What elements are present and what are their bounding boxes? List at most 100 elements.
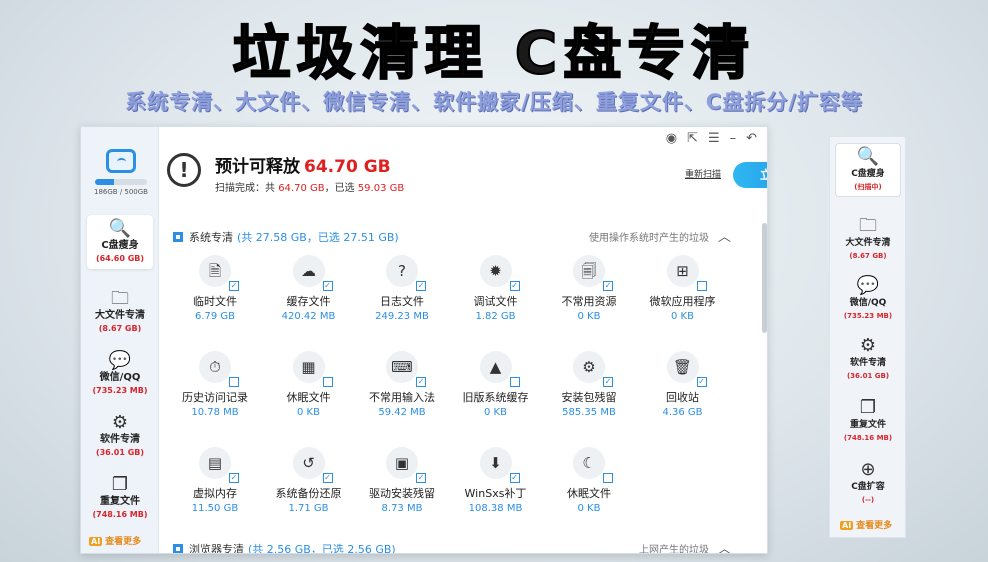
tile-checkbox[interactable] <box>509 377 520 387</box>
chevron-up-icon[interactable]: ︿ <box>718 226 731 245</box>
tile-label: 不常用输入法 <box>369 391 435 404</box>
panel-item[interactable]: ⚙ 软件专清 (36.01 GB) <box>835 333 901 385</box>
tile-glyph: ▤ <box>207 454 223 472</box>
driver-icon: ▣ ✓ <box>386 447 426 483</box>
tile-checkbox[interactable]: ✓ <box>416 281 426 291</box>
tile-checkbox[interactable] <box>229 377 239 387</box>
tile-checkbox[interactable]: ✓ <box>229 473 239 483</box>
tile-size: 0 KB <box>577 311 601 322</box>
cleanup-tile[interactable]: ☾ 休眠文件 0 KB <box>543 447 635 514</box>
cleanup-tile[interactable]: ? ✓ 日志文件 249.23 MB <box>356 255 448 322</box>
tile-checkbox[interactable]: ✓ <box>416 377 426 387</box>
tile-glyph: ⬇ <box>489 454 502 472</box>
cleanup-tile[interactable]: ☁ ✓ 缓存文件 420.42 MB <box>263 255 355 322</box>
cleanup-tile[interactable]: 🗑 ✓ 回收站 4.36 GB <box>637 351 729 418</box>
tile-checkbox[interactable]: ✓ <box>509 473 520 483</box>
sidebar-item-size: (735.23 MB) <box>92 386 148 395</box>
sidebar-item[interactable]: 💬 微信/QQ (735.23 MB) <box>87 347 153 401</box>
panel-item[interactable]: ❐ 重复文件 (748.16 MB) <box>835 395 901 447</box>
tile-size: 420.42 MB <box>281 311 336 322</box>
cleanup-tile[interactable]: ▲ 旧版系统缓存 0 KB <box>450 351 542 418</box>
sidebar-item-label: 大文件专清 <box>95 310 145 321</box>
tile-size: 11.50 GB <box>191 503 239 514</box>
tile-size: 10.78 MB <box>191 407 239 418</box>
panel-item[interactable]: 🔍 C盘瘦身 (扫描中) <box>835 143 901 197</box>
tile-checkbox[interactable]: ✓ <box>229 281 239 291</box>
tile-size: 59.42 MB <box>378 407 426 418</box>
panel-item-label: 软件专清 <box>849 358 886 368</box>
disk-usage-bar <box>95 179 147 185</box>
moon-icon: ☾ <box>573 447 613 483</box>
cleanup-tile[interactable]: ▤ ✓ 虚拟内存 11.50 GB <box>169 447 261 514</box>
sidebar-item-size: (748.16 MB) <box>92 510 148 519</box>
avatar-icon[interactable]: ◉ <box>666 131 677 146</box>
sidebar-item[interactable]: 🗀 大文件专清 (8.67 GB) <box>87 285 153 339</box>
sidebar-item[interactable]: ⚙ 软件专清 (36.01 GB) <box>87 409 153 463</box>
section-desc: 上网产生的垃圾 <box>639 545 709 554</box>
share-icon[interactable]: ⇱ <box>687 131 698 146</box>
cleanup-tile[interactable]: ▣ ✓ 驱动安装残留 8.73 MB <box>356 447 448 514</box>
cleanup-tile[interactable]: 🗎 ✓ 临时文件 6.79 GB <box>169 255 261 322</box>
panel-item[interactable]: ⊕ C盘扩容 (--) <box>835 457 901 509</box>
section-browser-header[interactable]: 浏览器专清 (共 2.56 GB，已选 2.56 GB) 上网产生的垃圾 ︿ <box>173 538 739 554</box>
chevron-up-icon[interactable]: ︿ <box>718 538 731 553</box>
menu-icon[interactable]: ☰ <box>708 131 720 146</box>
rescan-link[interactable]: 重新扫描 <box>685 167 721 180</box>
sidebar-item-label: C盘瘦身 <box>101 240 139 251</box>
section-system-header[interactable]: 系统专清 (共 27.58 GB，已选 27.51 GB) 使用操作系统时产生的垃… <box>173 229 739 249</box>
cloud-cache-icon: ☁ ✓ <box>292 255 333 291</box>
log-file-icon: ? ✓ <box>386 255 426 291</box>
cleanup-tile[interactable]: ⏱ 历史访问记录 10.78 MB <box>169 351 261 418</box>
sidebar-item[interactable]: ❐ 重复文件 (748.16 MB) <box>87 471 153 525</box>
panel-item[interactable]: 💬 微信/QQ (735.23 MB) <box>835 273 901 325</box>
minimize-icon[interactable]: – <box>730 131 737 146</box>
estimate-label: 预计可释放 <box>215 157 300 177</box>
tile-glyph: ☾ <box>582 454 596 472</box>
tile-size: 0 KB <box>577 503 601 514</box>
tile-size: 1.71 GB <box>288 503 329 514</box>
tile-checkbox[interactable]: ✓ <box>322 281 333 291</box>
folder-icon: 🗀 <box>111 288 129 309</box>
disk-search-icon: 🔍 <box>856 146 880 167</box>
tile-label: 安装包残留 <box>561 391 617 404</box>
tile-checkbox[interactable] <box>603 473 613 483</box>
scrollbar[interactable] <box>762 223 767 333</box>
disk-usage: 186GB / 500GB <box>91 149 151 196</box>
resource-icon: 🗐 ✓ <box>573 255 613 291</box>
clean-now-button[interactable]: 立即清理 <box>733 162 767 188</box>
tile-checkbox[interactable] <box>696 281 707 291</box>
scan-total: 64.70 GB <box>278 183 325 194</box>
tile-checkbox[interactable]: ✓ <box>416 473 426 483</box>
back-icon[interactable]: ↶ <box>746 131 757 146</box>
banner-subtitle: 系统专清、大文件、微信专清、软件搬家/压缩、重复文件、C盘拆分/扩容等 <box>125 90 863 114</box>
panel-item[interactable]: 🗀 大文件专清 (8.67 GB) <box>835 213 901 265</box>
chat-icon: 💬 <box>108 350 132 371</box>
section-checkbox[interactable] <box>173 232 183 242</box>
view-more-link[interactable]: AI 查看更多 <box>840 518 892 531</box>
sleep-apps-icon: ▦ <box>292 351 333 387</box>
sidebar-item-size: (36.01 GB) <box>95 448 145 457</box>
tile-checkbox[interactable]: ✓ <box>696 377 707 387</box>
tile-checkbox[interactable]: ✓ <box>603 377 613 387</box>
main-window: 186GB / 500GB 🔍 C盘瘦身 (64.60 GB) 🗀 大文件专清 (8.67… <box>80 126 768 554</box>
tile-checkbox[interactable]: ✓ <box>322 473 333 483</box>
panel-item-label: 微信/QQ <box>849 298 887 308</box>
keyboard-icon: ⌨ ✓ <box>386 351 426 387</box>
cleanup-tile[interactable]: ⌨ ✓ 不常用输入法 59.42 MB <box>356 351 448 418</box>
tile-glyph: 🗎 <box>208 262 222 280</box>
cleanup-tile[interactable]: ⊞ 微软应用程序 0 KB <box>637 255 729 322</box>
view-more-link[interactable]: AI 查看更多 <box>89 534 141 547</box>
tile-checkbox[interactable]: ✓ <box>509 281 520 291</box>
cleanup-tile[interactable]: ▦ 休眠文件 0 KB <box>263 351 355 418</box>
cleanup-tile[interactable]: ⚙ ✓ 安装包残留 585.35 MB <box>543 351 635 418</box>
section-checkbox[interactable] <box>173 544 183 553</box>
tile-checkbox[interactable] <box>322 377 333 387</box>
tile-size: 0 KB <box>484 407 507 418</box>
sidebar-item[interactable]: 🔍 C盘瘦身 (64.60 GB) <box>87 215 153 269</box>
cleanup-tile[interactable]: 🗐 ✓ 不常用资源 0 KB <box>543 255 635 322</box>
cleanup-tile[interactable]: ⬇ ✓ WinSxs补丁 108.38 MB <box>450 447 542 514</box>
cleanup-tile[interactable]: ✹ ✓ 调试文件 1.82 GB <box>450 255 542 322</box>
tile-checkbox[interactable]: ✓ <box>603 281 613 291</box>
cleanup-tile[interactable]: ↺ ✓ 系统备份还原 1.71 GB <box>263 447 355 514</box>
tile-label: 临时文件 <box>193 295 237 308</box>
